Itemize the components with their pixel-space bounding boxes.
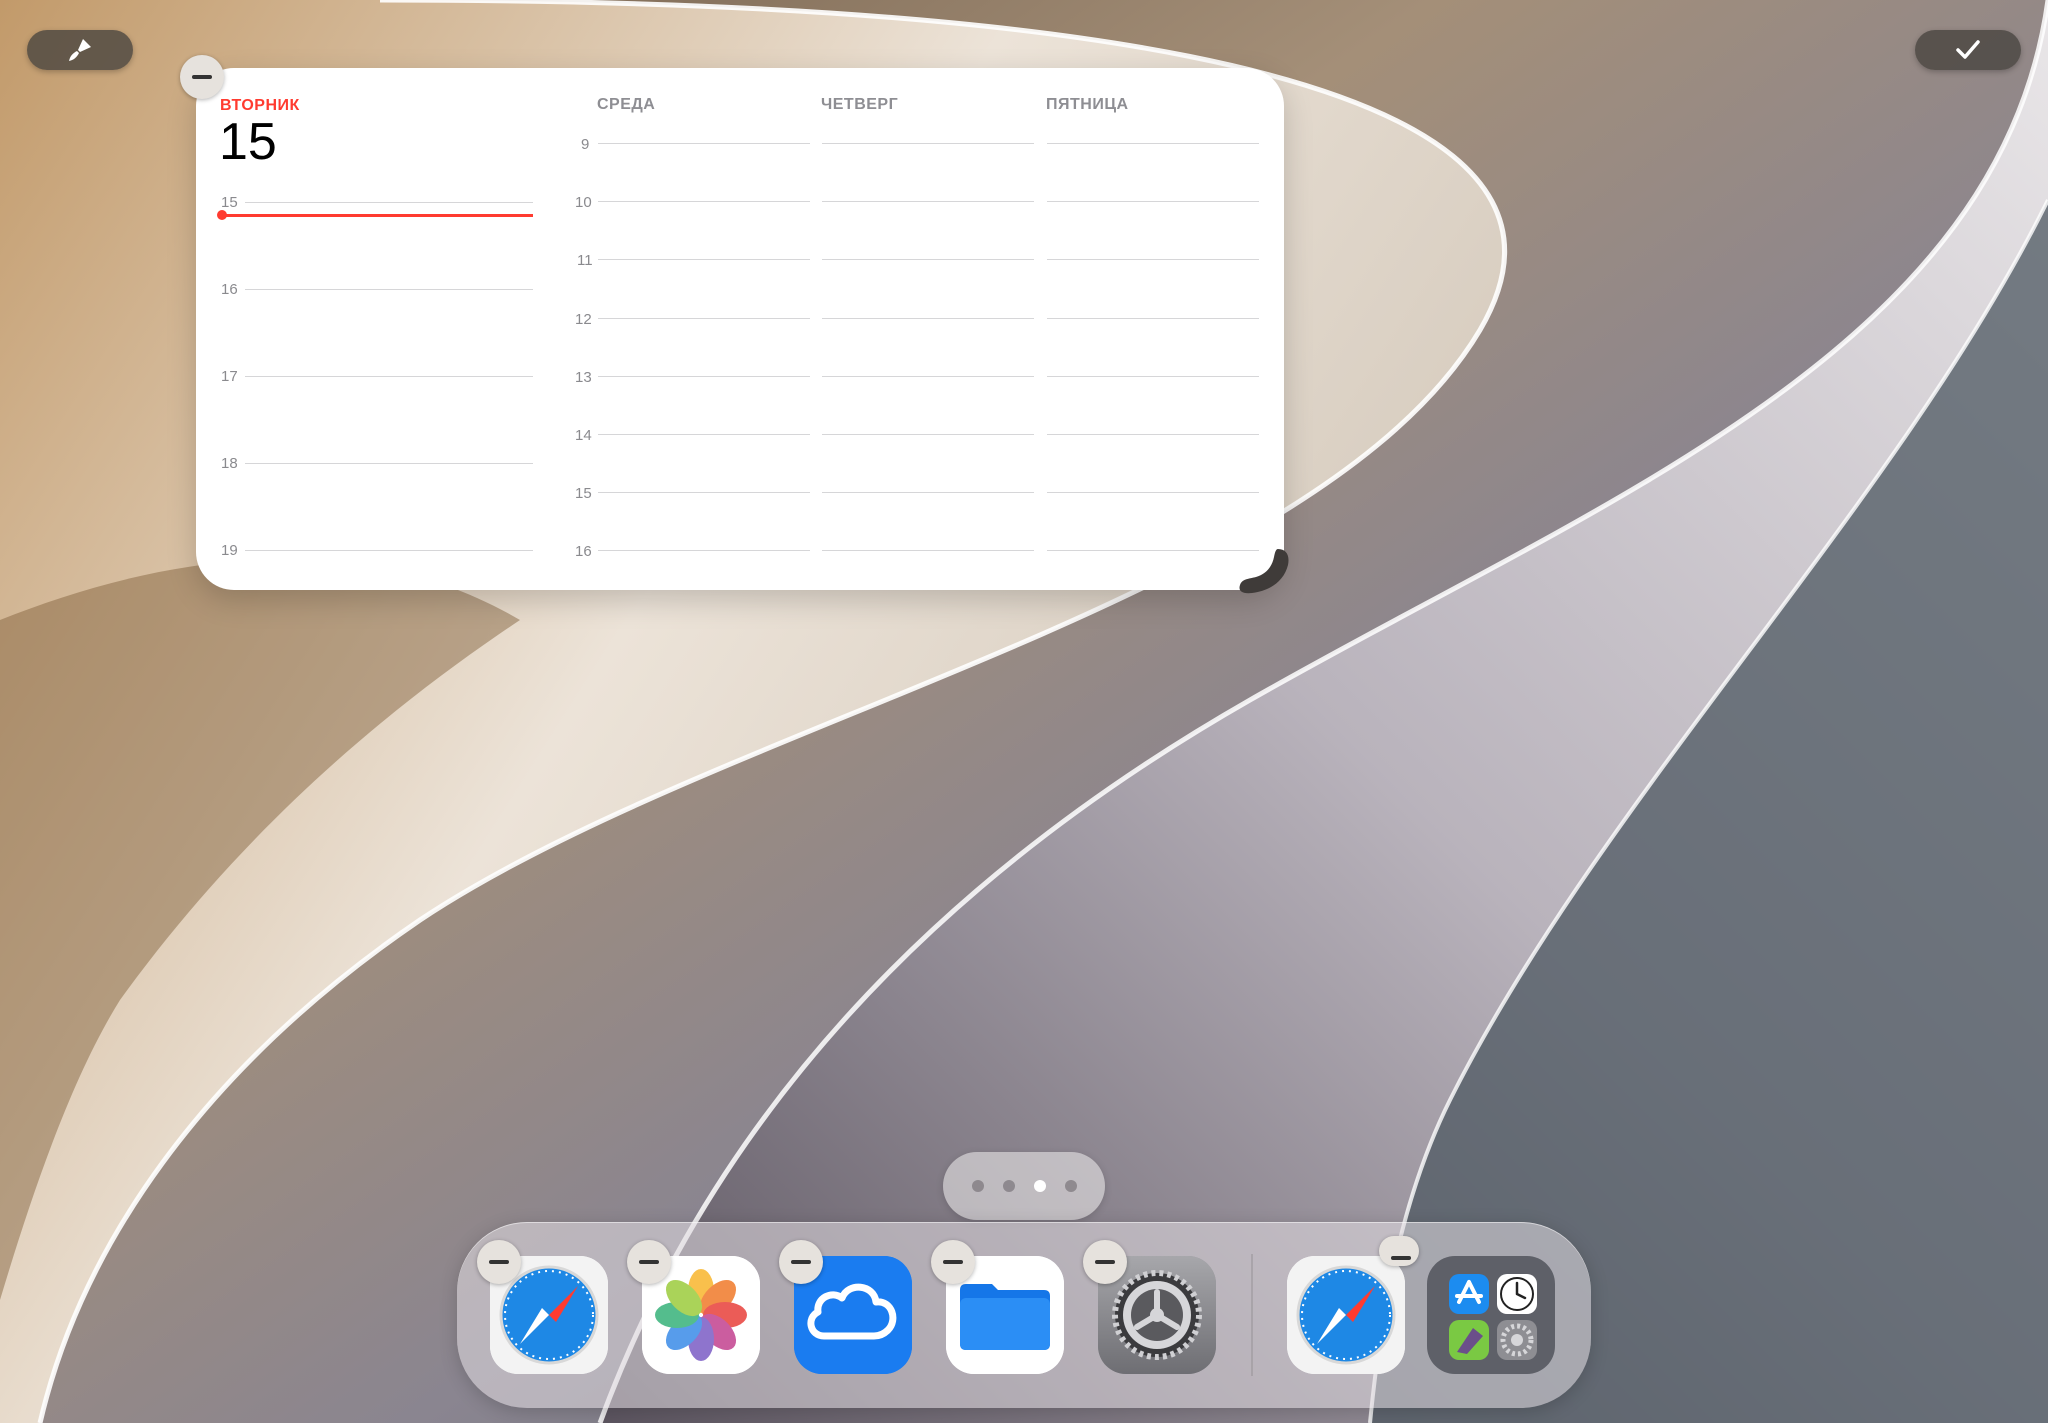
done-button[interactable] xyxy=(1915,30,2021,70)
gridline xyxy=(598,434,810,435)
gridline xyxy=(598,492,810,493)
gridline xyxy=(598,318,810,319)
dock-app-library[interactable] xyxy=(1427,1256,1555,1374)
app-library-icon xyxy=(1449,1274,1537,1360)
gridline xyxy=(245,202,533,203)
gridline xyxy=(1047,550,1259,551)
today-date: 15 xyxy=(219,113,277,171)
upcoming-hour-label: 13 xyxy=(575,369,592,386)
current-time-dot xyxy=(217,210,227,220)
gridline xyxy=(598,201,810,202)
upcoming-hour-label: 16 xyxy=(575,543,592,560)
remove-widget-button[interactable] xyxy=(180,55,224,99)
day-header-thursday: ЧЕТВЕРГ xyxy=(821,96,899,113)
upcoming-hour-label: 9 xyxy=(581,136,590,153)
gridline xyxy=(1047,434,1259,435)
gridline xyxy=(822,550,1034,551)
gridline xyxy=(245,289,533,290)
day-header-wednesday: СРЕДА xyxy=(597,96,656,113)
gridline xyxy=(822,376,1034,377)
paintbrush-icon xyxy=(69,39,91,61)
gridline xyxy=(598,143,810,144)
gridline xyxy=(822,318,1034,319)
remove-app-button[interactable] xyxy=(931,1240,975,1284)
gridline xyxy=(245,550,533,551)
gridline xyxy=(1047,201,1259,202)
gridline xyxy=(822,259,1034,260)
upcoming-hour-label: 12 xyxy=(575,311,592,328)
resize-handle[interactable] xyxy=(1234,545,1298,609)
recent-apps-badge xyxy=(1379,1236,1419,1266)
today-hour-label: 17 xyxy=(221,368,238,385)
today-hour-label: 19 xyxy=(221,542,238,559)
dock-recent-safari[interactable] xyxy=(1287,1256,1405,1374)
gridline xyxy=(822,434,1034,435)
day-header-friday: ПЯТНИЦА xyxy=(1046,96,1129,113)
today-hour-label: 18 xyxy=(221,455,238,472)
upcoming-hour-label: 10 xyxy=(575,194,592,211)
gridline xyxy=(822,143,1034,144)
upcoming-hour-label: 15 xyxy=(575,485,592,502)
gridline xyxy=(1047,318,1259,319)
gridline xyxy=(822,492,1034,493)
upcoming-hour-label: 14 xyxy=(575,427,592,444)
page-dot-current[interactable] xyxy=(1033,1180,1046,1192)
gridline xyxy=(598,376,810,377)
gridline xyxy=(1047,376,1259,377)
today-hour-label: 15 xyxy=(221,194,238,211)
today-hour-label: 16 xyxy=(221,281,238,298)
page-dot[interactable] xyxy=(1002,1180,1015,1192)
page-dot[interactable] xyxy=(1064,1180,1077,1192)
remove-app-button[interactable] xyxy=(627,1240,671,1284)
dock-divider xyxy=(1251,1254,1253,1376)
remove-app-button[interactable] xyxy=(477,1240,521,1284)
gridline xyxy=(1047,143,1259,144)
gridline xyxy=(245,376,533,377)
safari-compass-icon xyxy=(1287,1256,1405,1374)
calendar-widget[interactable]: ВТОРНИК 15 15 16 17 18 19 СРЕДА ЧЕТВЕРГ … xyxy=(196,68,1284,590)
gridline xyxy=(598,259,810,260)
checkmark-icon xyxy=(1956,40,1980,59)
page-indicator[interactable] xyxy=(943,1152,1105,1220)
remove-app-button[interactable] xyxy=(779,1240,823,1284)
upcoming-hour-label: 11 xyxy=(577,252,593,269)
gridline xyxy=(1047,259,1259,260)
gridline xyxy=(598,550,810,551)
edit-button[interactable] xyxy=(27,30,133,70)
current-time-line xyxy=(223,214,533,217)
gridline xyxy=(1047,492,1259,493)
gridline xyxy=(822,201,1034,202)
dock xyxy=(457,1222,1591,1408)
gridline xyxy=(245,463,533,464)
page-dot[interactable] xyxy=(971,1180,984,1192)
remove-app-button[interactable] xyxy=(1083,1240,1127,1284)
